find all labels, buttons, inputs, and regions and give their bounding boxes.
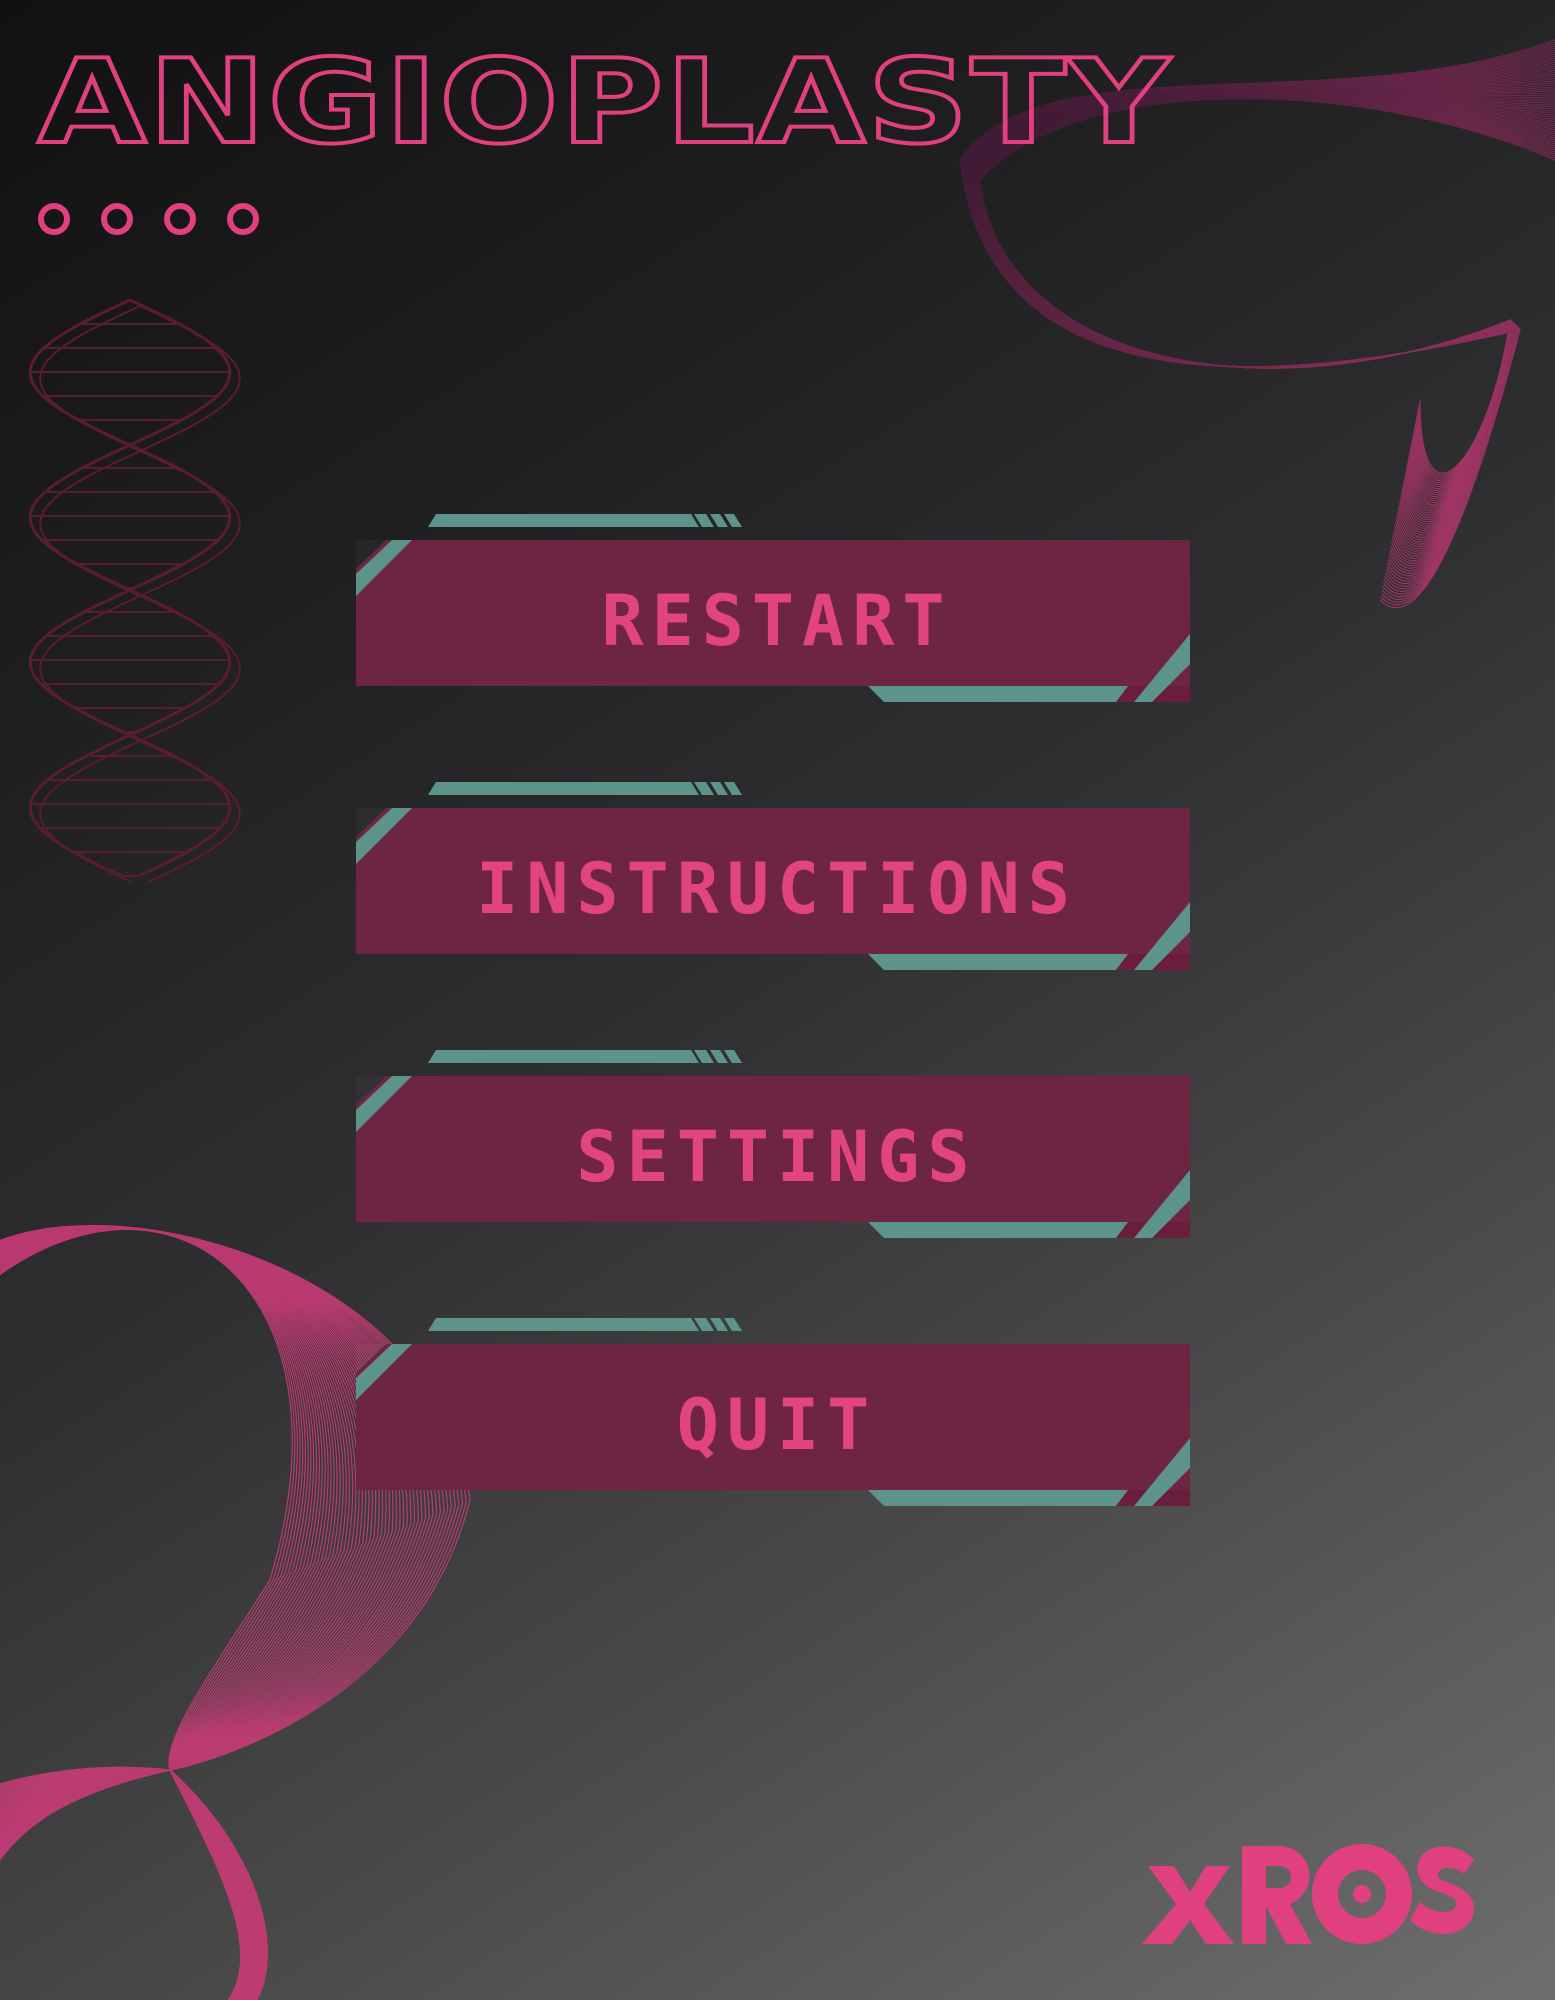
page-dot [38, 203, 70, 235]
page-indicator [38, 203, 259, 235]
settings-button[interactable]: SETTINGS [356, 1050, 1196, 1256]
restart-button[interactable]: RESTART [356, 514, 1196, 720]
dna-helix-icon [28, 298, 242, 883]
settings-label: SETTINGS [576, 1116, 978, 1198]
page-dot [227, 203, 259, 235]
quit-label: QUIT [676, 1384, 878, 1466]
quit-button[interactable]: QUIT [356, 1318, 1196, 1524]
instructions-button[interactable]: INSTRUCTIONS [356, 782, 1196, 988]
page-dot [101, 203, 133, 235]
page-dot [164, 203, 196, 235]
restart-label: RESTART [601, 580, 953, 662]
game-title-text: ANGIOPLASTY [38, 35, 1172, 170]
xros-logo [1138, 1838, 1484, 1946]
game-title: ANGIOPLASTY [36, 33, 1176, 172]
background-decorations [0, 39, 1555, 2000]
instructions-label: INSTRUCTIONS [476, 848, 1078, 930]
